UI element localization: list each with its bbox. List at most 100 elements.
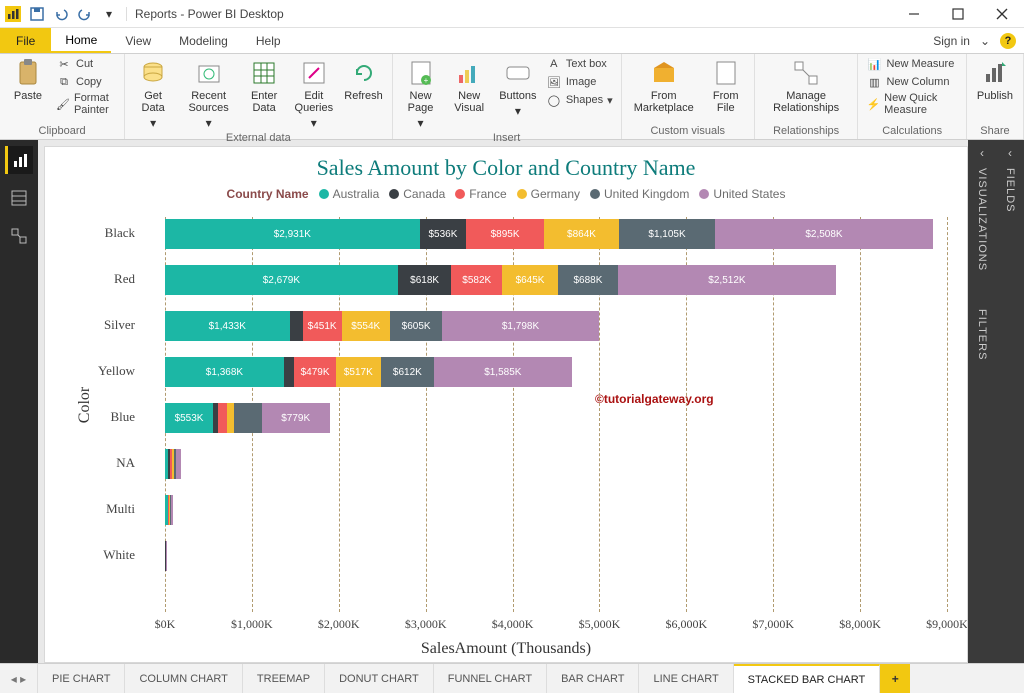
bar-segment[interactable]: $553K <box>165 403 213 433</box>
legend-item[interactable]: Germany <box>517 187 580 201</box>
page-tab[interactable]: DONUT CHART <box>325 664 434 693</box>
buttons-button[interactable]: Buttons▾ <box>498 56 538 120</box>
cut-button[interactable]: ✂Cut <box>56 56 116 72</box>
undo-icon[interactable] <box>52 5 70 23</box>
stacked-bar[interactable]: $1,433K $451K$554K$605K$1,798K <box>165 311 599 341</box>
bar-segment[interactable] <box>171 495 173 525</box>
report-canvas[interactable]: Sales Amount by Color and Country Name C… <box>44 146 968 663</box>
bar-segment[interactable]: $605K <box>390 311 443 341</box>
legend-item[interactable]: France <box>455 187 506 201</box>
tab-help[interactable]: Help <box>242 28 295 53</box>
pane-fields[interactable]: ‹ FIELDS <box>996 140 1024 663</box>
file-tab[interactable]: File <box>0 28 51 53</box>
signin-link[interactable]: Sign in <box>933 34 970 48</box>
get-data-button[interactable]: Get Data▾ <box>133 56 173 132</box>
bar-segment[interactable]: $1,105K <box>619 219 715 249</box>
bar-segment[interactable]: $1,585K <box>434 357 572 387</box>
page-tab[interactable]: BAR CHART <box>547 664 639 693</box>
page-tab[interactable]: TREEMAP <box>243 664 325 693</box>
stacked-bar[interactable]: $2,931K$536K$895K$864K$1,105K$2,508K <box>165 219 933 249</box>
bar-segment[interactable]: $2,931K <box>165 219 420 249</box>
legend-item[interactable]: Canada <box>389 187 445 201</box>
bar-segment[interactable] <box>176 449 181 479</box>
qat-dropdown-icon[interactable]: ▾ <box>100 5 118 23</box>
bar-segment[interactable] <box>227 403 234 433</box>
page-tab[interactable]: FUNNEL CHART <box>434 664 547 693</box>
bar-segment[interactable]: $1,798K <box>442 311 598 341</box>
help-icon[interactable]: ? <box>1000 33 1016 49</box>
page-tab[interactable]: STACKED BAR CHART <box>734 664 881 693</box>
close-button[interactable] <box>980 0 1024 28</box>
bar-segment[interactable] <box>218 403 227 433</box>
bar-segment[interactable]: $688K <box>558 265 618 295</box>
recent-sources-button[interactable]: Recent Sources▾ <box>181 56 236 132</box>
save-icon[interactable] <box>28 5 46 23</box>
bar-segment[interactable]: $895K <box>466 219 544 249</box>
legend-item[interactable]: United States <box>699 187 785 201</box>
category-label: Yellow <box>45 363 135 379</box>
bar-segment[interactable]: $618K <box>398 265 452 295</box>
bar-segment[interactable]: $645K <box>502 265 558 295</box>
chevron-down-icon[interactable]: ⌄ <box>980 34 990 48</box>
add-page-button[interactable]: + <box>880 664 910 693</box>
bar-segment[interactable]: $1,368K <box>165 357 284 387</box>
bar-segment[interactable]: $779K <box>262 403 330 433</box>
paste-button[interactable]: Paste <box>8 56 48 104</box>
bar-segment[interactable] <box>290 311 303 341</box>
manage-relationships-button[interactable]: Manage Relationships <box>763 56 850 116</box>
report-view-button[interactable] <box>5 146 33 174</box>
data-view-button[interactable] <box>5 184 33 212</box>
tab-modeling[interactable]: Modeling <box>165 28 242 53</box>
minimize-button[interactable] <box>892 0 936 28</box>
bar-segment[interactable]: $1,433K <box>165 311 290 341</box>
page-tab[interactable]: PIE CHART <box>38 664 125 693</box>
bar-segment[interactable]: $864K <box>544 219 619 249</box>
page-tab-scroll[interactable]: ◂ ▸ <box>0 664 38 693</box>
shapes-button[interactable]: ◯Shapes▾ <box>546 92 613 108</box>
legend-item[interactable]: United Kingdom <box>590 187 689 201</box>
legend-item[interactable]: Australia <box>319 187 380 201</box>
page-tab[interactable]: COLUMN CHART <box>125 664 242 693</box>
new-visual-button[interactable]: New Visual <box>449 56 490 116</box>
bar-segment[interactable]: $517K <box>336 357 381 387</box>
edit-queries-button[interactable]: Edit Queries▾ <box>292 56 335 132</box>
from-file-button[interactable]: From File <box>706 56 746 116</box>
bar-segment[interactable] <box>284 357 294 387</box>
page-tab[interactable]: LINE CHART <box>639 664 733 693</box>
from-marketplace-button[interactable]: From Marketplace <box>630 56 698 116</box>
textbox-button[interactable]: AText box <box>546 56 613 72</box>
new-measure-button[interactable]: 📊New Measure <box>866 56 957 72</box>
new-quick-measure-button[interactable]: ⚡New Quick Measure <box>866 92 957 116</box>
bar-segment[interactable]: $2,512K <box>618 265 836 295</box>
bar-segment[interactable]: $2,679K <box>165 265 398 295</box>
enter-data-button[interactable]: Enter Data <box>244 56 284 116</box>
model-view-button[interactable] <box>5 222 33 250</box>
stacked-bar[interactable]: $553K $779K <box>165 403 330 433</box>
new-column-button[interactable]: ▥New Column <box>866 74 957 90</box>
format-painter-button[interactable]: 🖌Format Painter <box>56 92 116 116</box>
pane-visualizations[interactable]: ‹ VISUALIZATIONS FILTERS <box>968 140 996 663</box>
bar-segment[interactable]: $451K <box>303 311 342 341</box>
stacked-bar[interactable]: $2,679K$618K$582K$645K$688K$2,512K <box>165 265 836 295</box>
publish-button[interactable]: Publish <box>975 56 1015 104</box>
redo-icon[interactable] <box>76 5 94 23</box>
refresh-button[interactable]: Refresh <box>344 56 384 104</box>
stacked-bar[interactable]: $1,368K $479K$517K$612K$1,585K <box>165 357 572 387</box>
maximize-button[interactable] <box>936 0 980 28</box>
bar-segment[interactable]: $2,508K <box>715 219 933 249</box>
copy-button[interactable]: ⧉Copy <box>56 74 116 90</box>
tab-home[interactable]: Home <box>51 28 111 53</box>
bar-segment[interactable]: $612K <box>381 357 434 387</box>
stacked-bar[interactable] <box>165 541 167 571</box>
bar-segment[interactable] <box>234 403 262 433</box>
titlebar: ▾ Reports - Power BI Desktop <box>0 0 1024 28</box>
bar-segment[interactable]: $536K <box>420 219 467 249</box>
image-button[interactable]: 🖼Image <box>546 74 613 90</box>
new-page-button[interactable]: +New Page▾ <box>401 56 441 132</box>
tab-view[interactable]: View <box>111 28 165 53</box>
bar-segment[interactable]: $582K <box>451 265 502 295</box>
bar-segment[interactable]: $479K <box>294 357 336 387</box>
bar-segment[interactable]: $554K <box>342 311 390 341</box>
stacked-bar[interactable] <box>165 449 181 479</box>
stacked-bar[interactable] <box>165 495 173 525</box>
